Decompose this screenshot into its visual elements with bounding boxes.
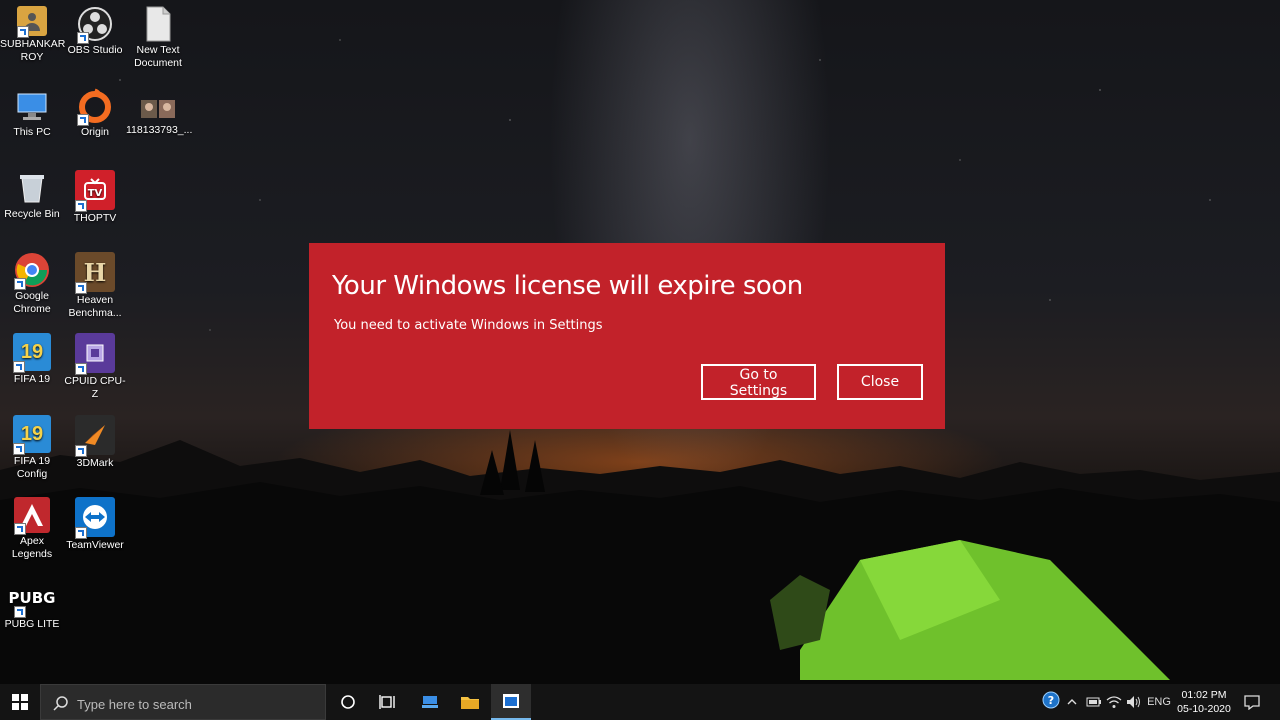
desktop-icon-image-file[interactable]: 118133793_... <box>126 96 193 137</box>
volume-button[interactable] <box>1126 694 1142 710</box>
wifi-icon <box>1106 696 1122 708</box>
desktop-icon-label: Heaven Benchma... <box>68 294 122 319</box>
desktop-icon-label: 118133793_... <box>126 124 193 136</box>
clock[interactable]: 01:02 PM 05-10-2020 <box>1172 688 1236 716</box>
taskbar: ? ENG 01:02 PM 05-10-2020 <box>0 684 1280 720</box>
language-indicator[interactable]: ENG <box>1147 694 1171 710</box>
desktop-icon-3dmark[interactable]: 3DMark <box>63 415 127 470</box>
desktop-icon-label: This PC <box>13 126 51 138</box>
task-view-button[interactable] <box>368 684 408 720</box>
action-center-button[interactable] <box>1240 684 1264 720</box>
desktop-icon-heaven[interactable]: H Heaven Benchma... <box>63 252 127 320</box>
desktop-icon-label: Recycle Bin <box>4 208 60 220</box>
thoptv-icon: TV <box>75 170 115 212</box>
desktop-icon-cpuz[interactable]: CPUID CPU-Z <box>63 333 127 401</box>
desktop-icon-label: THOPTV <box>73 212 117 224</box>
origin-icon <box>77 88 113 126</box>
user-folder-icon <box>17 6 47 38</box>
desktop-icon-apex[interactable]: Apex Legends <box>0 497 64 561</box>
desktop-icon-this-pc[interactable]: This PC <box>0 88 64 139</box>
dialog-message: You need to activate Windows in Settings <box>334 318 603 333</box>
desktop-icon-fifa19[interactable]: 19 FIFA 19 <box>0 333 64 386</box>
dialog-title: Your Windows license will expire soon <box>332 271 803 301</box>
apex-legends-icon <box>14 497 50 535</box>
desktop-icon-label: New Text Document <box>134 44 182 69</box>
desktop-icon-label: CPUID CPU-Z <box>64 375 126 400</box>
desktop-icon-label: FIFA 19 <box>13 373 51 385</box>
task-view-icon <box>379 695 395 709</box>
svg-text:TV: TV <box>88 188 103 199</box>
app-icon <box>422 696 438 708</box>
search-icon <box>53 696 68 711</box>
desktop-icon-label: Origin <box>80 126 109 138</box>
desktop-icon-chrome[interactable]: Google Chrome <box>0 252 64 316</box>
chevron-up-icon <box>1067 699 1077 705</box>
close-button[interactable]: Close <box>837 364 923 400</box>
svg-text:?: ? <box>1048 694 1054 707</box>
desktop-icon-obs[interactable]: OBS Studio <box>63 6 127 57</box>
start-button[interactable] <box>0 684 40 720</box>
recycle-bin-icon <box>14 170 50 206</box>
taskbar-search[interactable] <box>40 684 326 720</box>
pubg-lite-icon: PUBG <box>9 580 55 618</box>
help-icon: ? <box>1042 691 1060 709</box>
clock-time: 01:02 PM <box>1181 689 1227 701</box>
desktop-icon-label: SUBHANKAR ROY <box>0 38 66 63</box>
show-hidden-icons-button[interactable] <box>1066 694 1078 710</box>
desktop-icon-fifa19-config[interactable]: 19 FIFA 19 Config <box>0 415 64 481</box>
this-pc-icon <box>14 88 50 124</box>
desktop-icon-label: PUBG LITE <box>4 618 60 630</box>
desktop-icon-label: OBS Studio <box>67 44 123 56</box>
3dmark-icon <box>75 415 115 457</box>
desktop-icon-label: TeamViewer <box>66 539 124 551</box>
fifa-config-icon: 19 <box>13 415 51 455</box>
teamviewer-icon <box>75 497 115 539</box>
cortana-icon <box>341 695 355 709</box>
text-document-icon <box>140 6 176 42</box>
desktop-icon-label: Google Chrome <box>13 290 51 315</box>
active-app-icon <box>503 694 519 708</box>
heaven-benchmark-icon: H <box>75 252 115 294</box>
license-expiry-dialog: Your Windows license will expire soon Yo… <box>309 243 945 429</box>
windows-logo-icon <box>12 694 28 710</box>
cpuz-icon <box>75 333 115 375</box>
taskbar-app[interactable] <box>410 684 450 720</box>
desktop-icon-pubg[interactable]: PUBG PUBG LITE <box>0 580 64 631</box>
desktop-icon-new-text-document[interactable]: New Text Document <box>126 6 190 70</box>
desktop-icon-thoptv[interactable]: TV THOPTV <box>63 170 127 225</box>
file-explorer-button[interactable] <box>450 684 490 720</box>
chrome-icon <box>14 252 50 290</box>
clock-date: 05-10-2020 <box>1177 703 1231 715</box>
desktop-icon-label: Apex Legends <box>11 535 53 560</box>
active-app-button[interactable] <box>491 684 531 720</box>
search-input[interactable] <box>75 693 319 715</box>
speaker-icon <box>1127 696 1140 708</box>
desktop-icon-teamviewer[interactable]: TeamViewer <box>63 497 127 552</box>
battery-button[interactable] <box>1086 694 1102 710</box>
file-explorer-icon <box>461 697 479 709</box>
obs-icon <box>77 6 113 44</box>
battery-icon <box>1086 697 1101 707</box>
network-button[interactable] <box>1106 694 1122 710</box>
help-button[interactable]: ? <box>1042 691 1060 709</box>
desktop-icon-label: FIFA 19 Config <box>13 455 51 480</box>
desktop-icon-user-folder[interactable]: SUBHANKAR ROY <box>0 6 66 64</box>
notification-icon <box>1244 695 1260 710</box>
fifa-icon: 19 <box>13 333 51 373</box>
desktop-icon-recycle-bin[interactable]: Recycle Bin <box>0 170 64 221</box>
desktop-icon-origin[interactable]: Origin <box>63 88 127 139</box>
desktop-icon-label: 3DMark <box>76 457 114 469</box>
go-to-settings-button[interactable]: Go to Settings <box>701 364 816 400</box>
image-file-icon <box>140 96 176 122</box>
cortana-button[interactable] <box>328 684 368 720</box>
